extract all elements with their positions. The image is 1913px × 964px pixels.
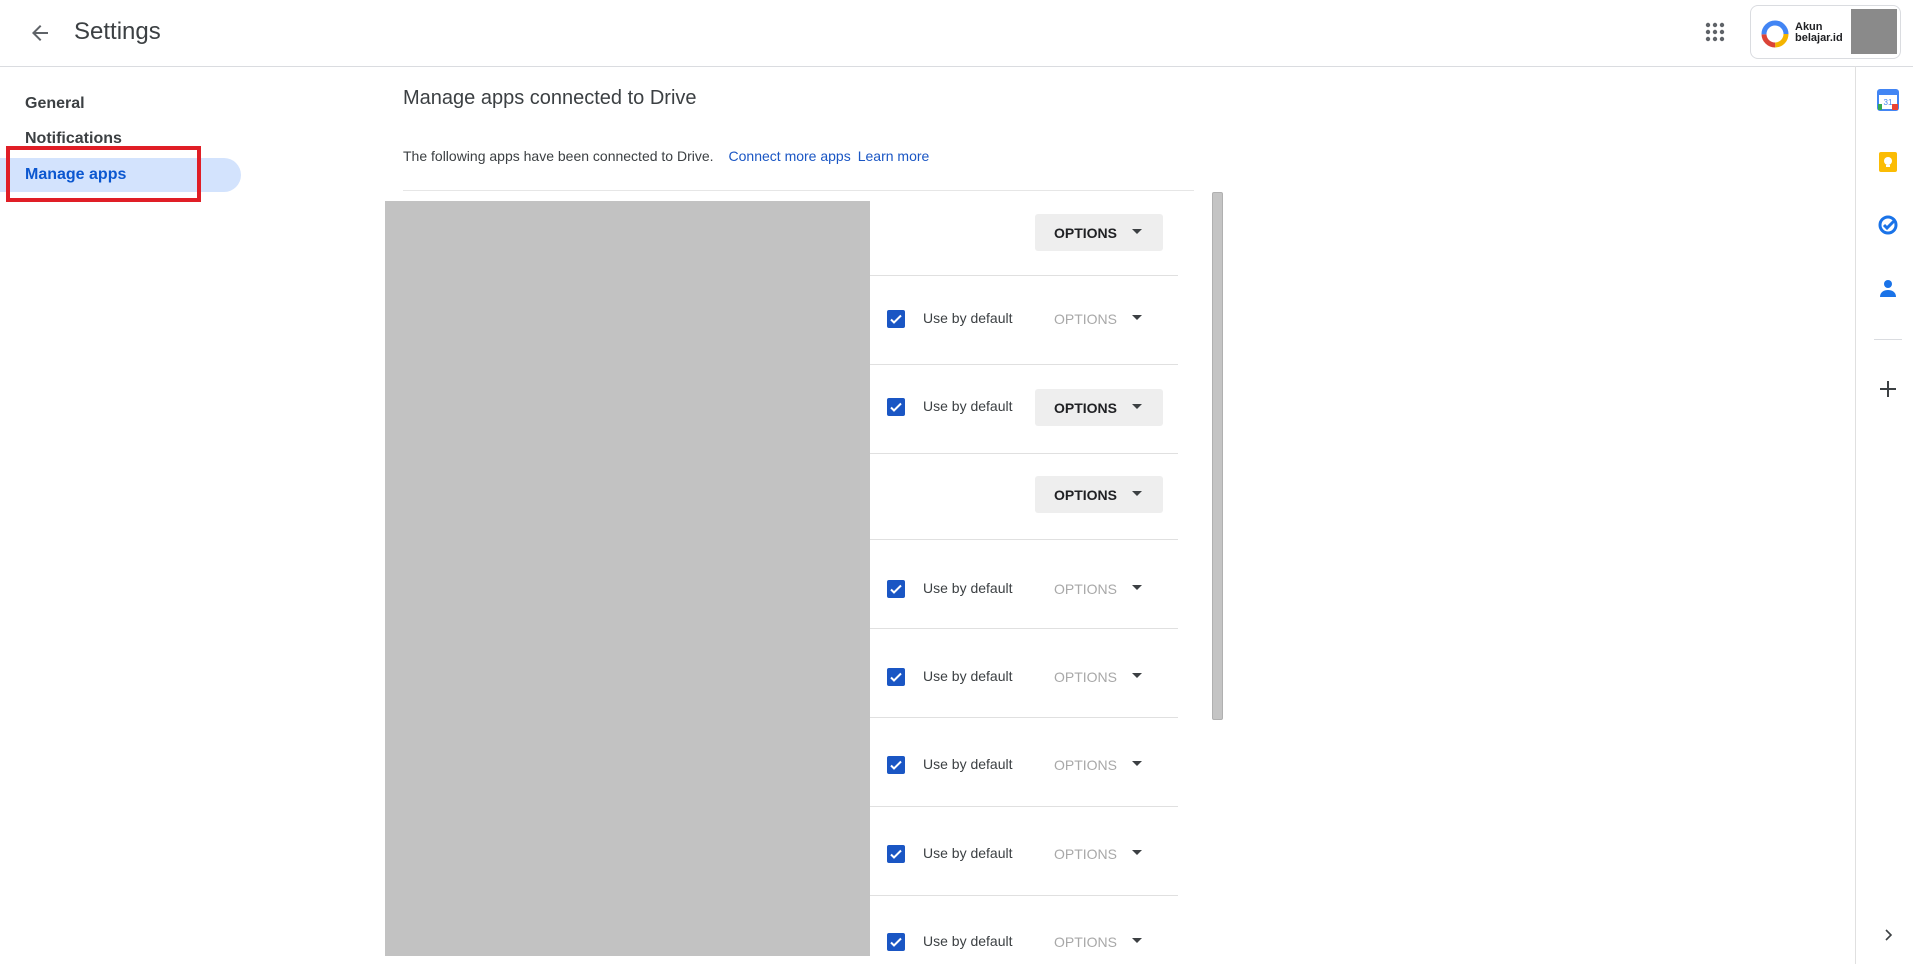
checkbox-label: Use by default [923, 845, 1013, 861]
google-apps-button[interactable] [1697, 14, 1733, 50]
options-button: OPTIONS [1035, 300, 1163, 337]
check-icon [890, 849, 902, 859]
use-by-default-checkbox[interactable] [887, 668, 905, 686]
dropdown-arrow-icon [1132, 315, 1142, 320]
side-panel-separator [1874, 339, 1902, 340]
account-label: Akun belajar.id [1795, 21, 1843, 44]
dropdown-arrow-icon [1132, 850, 1142, 855]
contacts-icon[interactable] [1877, 277, 1899, 299]
header: Settings Akun belajar.id [0, 0, 1913, 67]
nav-item-manage-apps[interactable]: Manage apps [0, 158, 241, 192]
options-button: OPTIONS [1035, 835, 1163, 872]
nav-item-general[interactable]: General [0, 87, 241, 121]
app-row: OPTIONS [870, 454, 1178, 540]
connect-more-apps-link[interactable]: Connect more apps [729, 148, 851, 164]
app-row: Use by default OPTIONS [870, 365, 1178, 454]
app-row: Use by default OPTIONS [870, 276, 1178, 365]
check-icon [890, 402, 902, 412]
add-icon[interactable] [1877, 378, 1899, 400]
section-heading: Manage apps connected to Drive [403, 87, 697, 109]
svg-text:31: 31 [1884, 98, 1893, 107]
options-button: OPTIONS [1035, 923, 1163, 960]
use-by-default-checkbox[interactable] [887, 845, 905, 863]
use-by-default-checkbox[interactable] [887, 398, 905, 416]
back-button[interactable] [22, 15, 58, 51]
options-button: OPTIONS [1035, 746, 1163, 783]
side-panel-divider [1855, 66, 1856, 964]
arrow-back-icon [32, 25, 48, 41]
redacted-app-list-image [385, 201, 870, 956]
app-row: Use by default OPTIONS [870, 807, 1178, 896]
checkbox-label: Use by default [923, 580, 1013, 596]
options-button[interactable]: OPTIONS [1035, 389, 1163, 426]
app-row: OPTIONS [870, 191, 1178, 276]
use-by-default-checkbox[interactable] [887, 756, 905, 774]
checkbox-label: Use by default [923, 933, 1013, 949]
apps-grid-icon [1705, 22, 1725, 42]
checkbox-label: Use by default [923, 310, 1013, 326]
check-icon [890, 584, 902, 594]
app-row: Use by default OPTIONS [870, 629, 1178, 718]
dropdown-arrow-icon [1132, 761, 1142, 766]
options-button[interactable]: OPTIONS [1035, 214, 1163, 251]
dropdown-arrow-icon [1132, 491, 1142, 496]
keep-icon[interactable] [1877, 151, 1899, 173]
account-switcher[interactable]: Akun belajar.id [1750, 5, 1901, 59]
learn-more-link[interactable]: Learn more [858, 148, 930, 164]
checkbox-label: Use by default [923, 668, 1013, 684]
page-title: Settings [74, 18, 161, 45]
use-by-default-checkbox[interactable] [887, 310, 905, 328]
expand-icon[interactable] [1880, 927, 1896, 943]
checkbox-label: Use by default [923, 398, 1013, 414]
calendar-icon[interactable]: 31 [1877, 89, 1899, 111]
dropdown-arrow-icon [1132, 229, 1142, 234]
belajar-id-logo [1761, 20, 1789, 48]
check-icon [890, 672, 902, 682]
nav-item-notifications[interactable]: Notifications [0, 122, 241, 156]
options-button[interactable]: OPTIONS [1035, 476, 1163, 513]
check-icon [890, 314, 902, 324]
app-row: Use by default OPTIONS [870, 718, 1178, 807]
options-button: OPTIONS [1035, 658, 1163, 695]
check-icon [890, 937, 902, 947]
app-row: Use by default OPTIONS [870, 540, 1178, 629]
dropdown-arrow-icon [1132, 673, 1142, 678]
dropdown-arrow-icon [1132, 404, 1142, 409]
dropdown-arrow-icon [1132, 938, 1142, 943]
options-button: OPTIONS [1035, 570, 1163, 607]
check-icon [890, 760, 902, 770]
description-text: The following apps have been connected t… [403, 148, 714, 164]
use-by-default-checkbox[interactable] [887, 580, 905, 598]
avatar[interactable] [1851, 9, 1897, 54]
use-by-default-checkbox[interactable] [887, 933, 905, 951]
checkbox-label: Use by default [923, 756, 1013, 772]
section-description: The following apps have been connected t… [403, 148, 929, 164]
app-row: Use by default OPTIONS [870, 896, 1178, 962]
dropdown-arrow-icon [1132, 585, 1142, 590]
tasks-icon[interactable] [1877, 214, 1899, 236]
scrollbar[interactable] [1212, 192, 1223, 720]
